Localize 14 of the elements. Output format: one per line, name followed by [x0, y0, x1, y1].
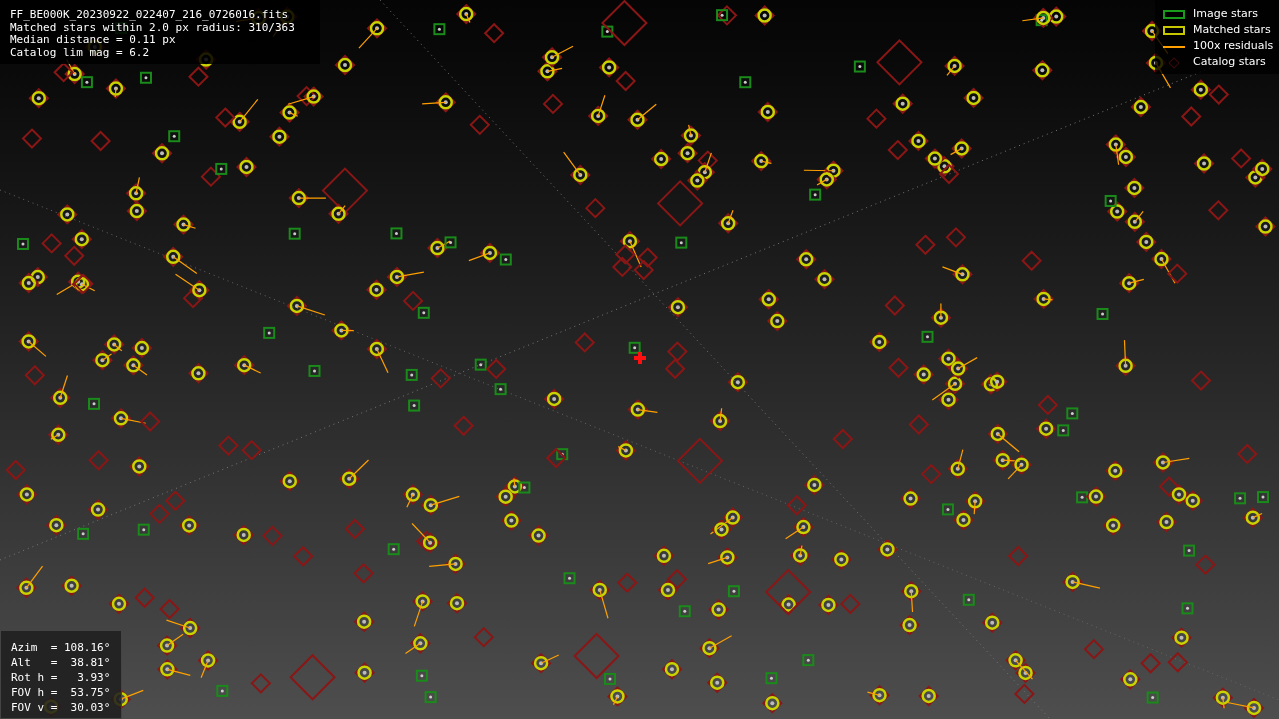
line-icon: [1163, 45, 1185, 48]
legend-label: Matched stars: [1193, 22, 1271, 39]
info-text: Matched stars within 2.0 px radius: 310/363: [10, 21, 296, 34]
info-text: FF_BE000K_20230922_022407_216_0726016.fits: [10, 9, 290, 22]
info-text: Median distance = 0.11 px: [10, 34, 177, 47]
info-text: Catalog lim mag = 6.2: [10, 46, 151, 59]
pointing-text: FOV v = 30.03°: [11, 700, 111, 715]
pointing-text: Rot h = 3.93°: [11, 670, 111, 685]
legend-label: Catalog stars: [1193, 54, 1266, 71]
legend-label: Image stars: [1193, 6, 1258, 23]
pointing-text: FOV h = 53.75°: [11, 685, 111, 700]
pointing-text: Azim = 108.16°: [11, 640, 111, 655]
pointing-text: Alt = 38.81°: [11, 655, 111, 670]
legend-label: 100x residuals: [1193, 38, 1274, 55]
